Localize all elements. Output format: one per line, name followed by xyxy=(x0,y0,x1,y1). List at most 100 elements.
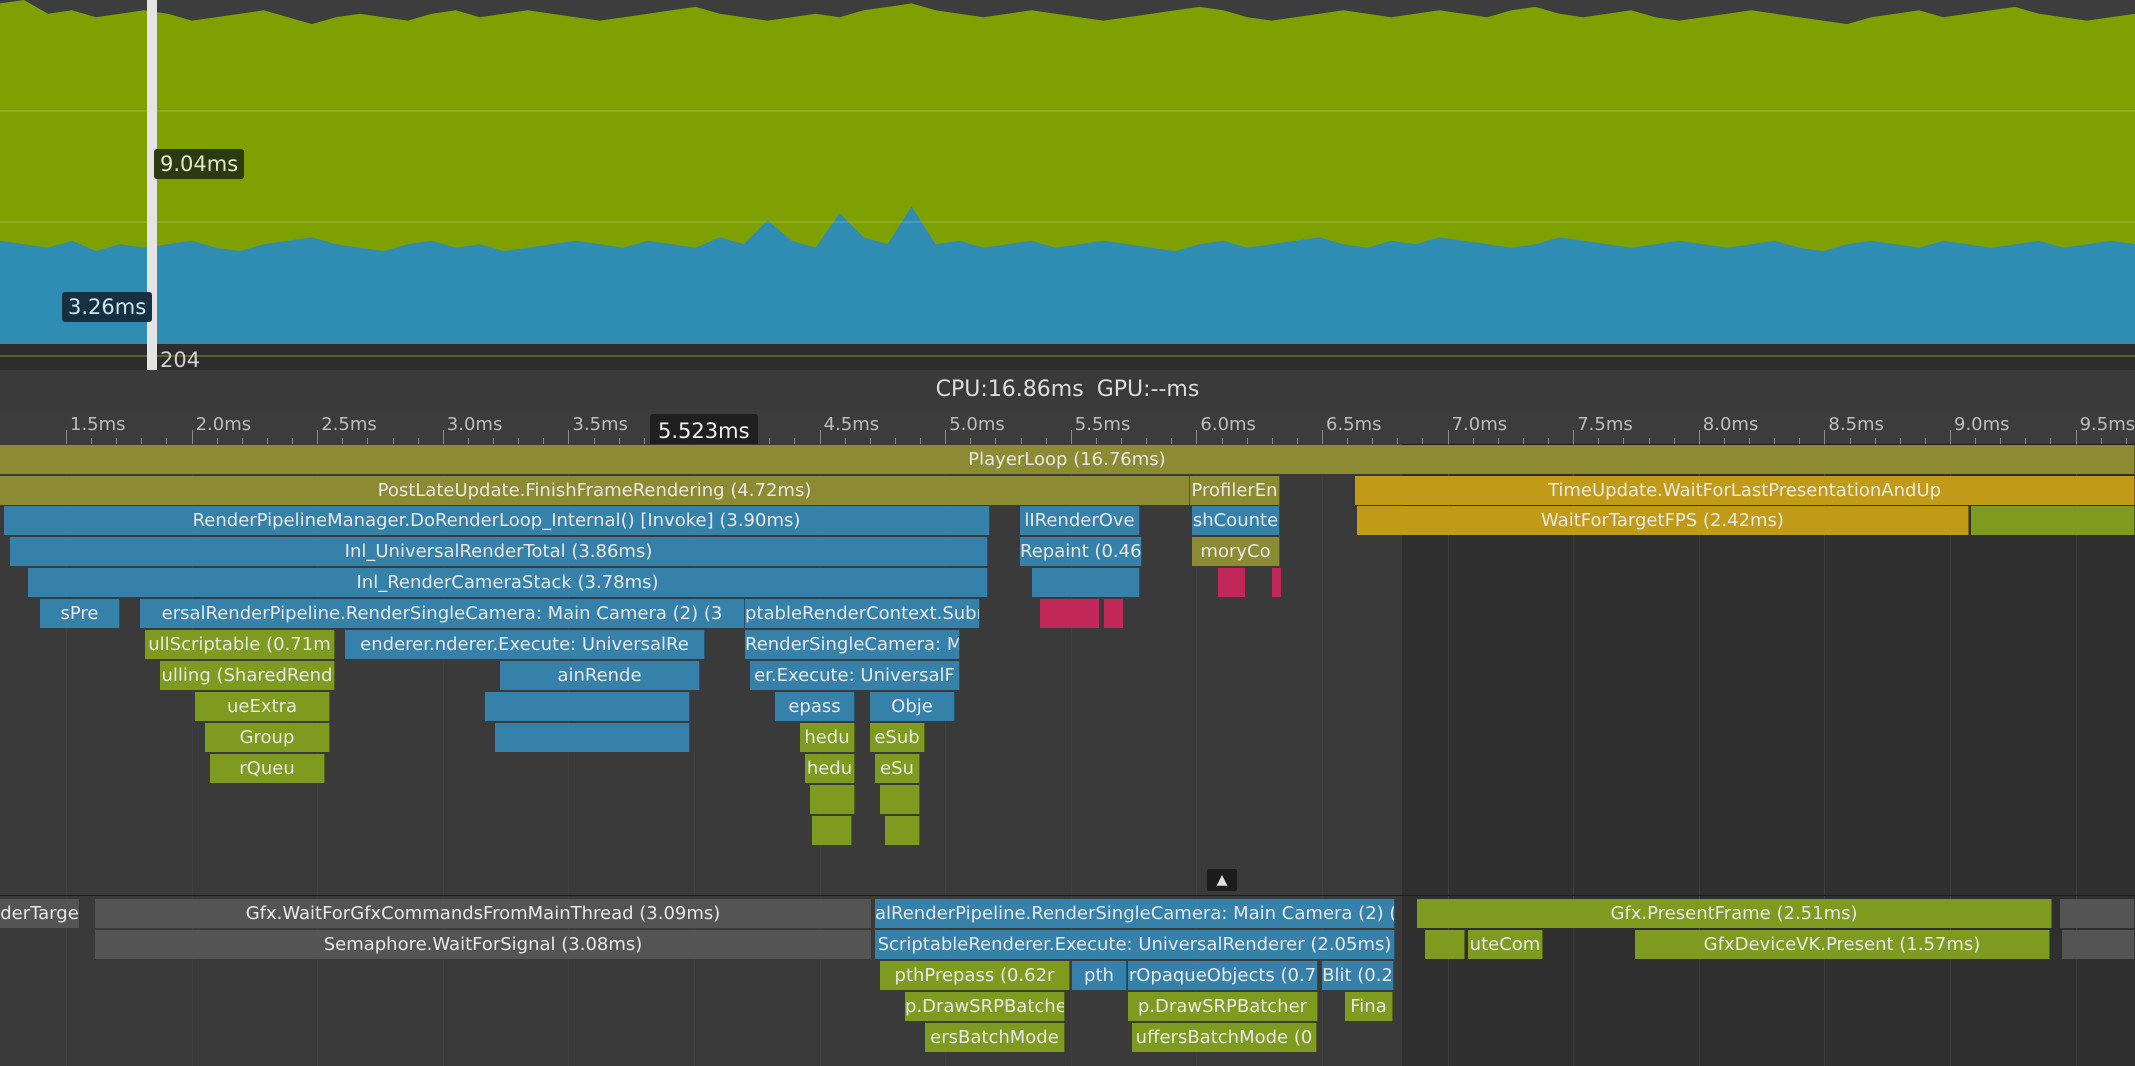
cpu-time-label: 3.26ms xyxy=(62,292,153,322)
bar-queue-extract[interactable]: ueExtra xyxy=(195,692,330,721)
time-ruler[interactable]: 1.5ms2.0ms2.5ms3.0ms3.5ms4.0ms4.5ms5.0ms… xyxy=(0,410,2135,445)
bar-opaque-objects[interactable]: rOpaqueObjects (0.7 xyxy=(1128,961,1318,990)
bar-present-frame[interactable]: Gfx.PresentFrame (2.51ms) xyxy=(1417,899,2052,928)
ruler-major-tick xyxy=(1196,430,1198,444)
bar-post-late-update[interactable]: PostLateUpdate.FinishFrameRendering (4.7… xyxy=(0,476,1190,505)
bar-gc-d[interactable] xyxy=(1104,599,1124,628)
bar-small-left[interactable]: sPre xyxy=(40,599,120,628)
bar-wait-tail[interactable] xyxy=(1971,506,2135,535)
ruler-tick-label: 9.0ms xyxy=(1954,414,2010,435)
bar-profiler-end[interactable]: ProfilerEn xyxy=(1190,476,1280,505)
ruler-major-tick xyxy=(1698,430,1700,444)
timeline-gridline xyxy=(2075,444,2077,1066)
ruler-tick-label: 6.5ms xyxy=(1326,414,1382,435)
bar-schedule-d[interactable]: eSu xyxy=(875,754,920,783)
bar-execute-com[interactable]: uteCom xyxy=(1468,930,1543,959)
ruler-major-tick xyxy=(1070,430,1072,444)
ruler-tick-label: 6.0ms xyxy=(1200,414,1256,435)
bar-draw-srp-batcher-b[interactable]: p.DrawSRPBatcher xyxy=(1128,992,1318,1021)
bar-rt-idle[interactable] xyxy=(2060,899,2135,928)
gpu-time-label: 9.04ms xyxy=(154,149,245,179)
ruler-tick-label: 3.5ms xyxy=(572,414,628,435)
bar-render-single-camera[interactable]: ersalRenderPipeline.RenderSingleCamera: … xyxy=(140,599,745,628)
bar-rt-render-single-camera[interactable]: alRenderPipeline.RenderSingleCamera: Mai… xyxy=(875,899,1395,928)
bar-renderer-execute[interactable]: enderer.nderer.Execute: UniversalRe xyxy=(345,630,705,659)
bar-deep-c[interactable] xyxy=(812,816,852,845)
bar-deep-d[interactable] xyxy=(885,816,920,845)
ruler-major-tick xyxy=(442,430,444,444)
timeline-gridline xyxy=(1698,444,1700,1066)
bar-main-render[interactable]: ainRende xyxy=(500,661,700,690)
bar-render-loop[interactable]: RenderPipelineManager.DoRenderLoop_Inter… xyxy=(4,506,990,535)
ruler-major-tick xyxy=(317,430,319,444)
cpu-gpu-summary: CPU:16.86ms GPU:--ms xyxy=(0,370,2135,410)
bar-depth[interactable]: pth xyxy=(1072,961,1127,990)
ruler-major-tick xyxy=(945,430,947,444)
bar-renderer-execute-b[interactable]: er.Execute: UniversalF xyxy=(750,661,960,690)
ruler-major-tick xyxy=(568,430,570,444)
ruler-major-tick xyxy=(66,430,67,444)
bar-memory-counters[interactable]: moryCo xyxy=(1192,537,1280,566)
time-marker[interactable]: 5.523ms xyxy=(650,414,758,446)
ruler-tick-label: 3.0ms xyxy=(446,414,503,435)
ruler-tick-label: 8.0ms xyxy=(1702,414,1759,435)
bar-depth-prepass[interactable]: pthPrepass (0.62r xyxy=(880,961,1070,990)
bar-schedule-b[interactable]: eSub xyxy=(870,723,925,752)
bar-semaphore[interactable]: Semaphore.WaitForSignal (3.08ms) xyxy=(95,930,872,959)
bar-buffers-batch-a[interactable]: ersBatchMode xyxy=(925,1023,1065,1052)
ruler-major-tick xyxy=(819,430,821,444)
bar-schedule-c[interactable]: hedu xyxy=(805,754,855,783)
bar-player-loop[interactable]: PlayerLoop (16.76ms) xyxy=(0,445,2135,474)
bar-buffers-batch-b[interactable]: uffersBatchMode (0 xyxy=(1132,1023,1317,1052)
bar-render-single-camera-b[interactable]: RenderSingleCamera: M xyxy=(745,630,960,659)
ruler-major-tick xyxy=(1447,430,1449,444)
bar-draw-srp-batcher-a[interactable]: p.DrawSRPBatche xyxy=(905,992,1065,1021)
bar-finish-counters[interactable]: shCounte xyxy=(1192,506,1280,535)
timeline-gridline xyxy=(1573,444,1575,1066)
bar-group[interactable]: Group xyxy=(205,723,330,752)
bar-render-camera-stack[interactable]: Inl_RenderCameraStack (3.78ms) xyxy=(28,568,988,597)
bar-blit[interactable]: Blit (0.2 xyxy=(1322,961,1394,990)
bar-gc-a[interactable] xyxy=(1218,568,1246,597)
ruler-tick-label: 5.5ms xyxy=(1074,414,1131,435)
bar-small-a[interactable] xyxy=(1032,568,1140,597)
bar-rt-renderer-execute[interactable]: ScriptableRenderer.Execute: UniversalRen… xyxy=(875,930,1395,959)
frame-time-graph xyxy=(0,0,2135,370)
bar-time-update[interactable]: TimeUpdate.WaitForLastPresentationAndUp xyxy=(1355,476,2135,505)
bar-gc-c[interactable] xyxy=(1040,599,1100,628)
bar-device-present[interactable]: GfxDeviceVK.Present (1.57ms) xyxy=(1635,930,2050,959)
ruler-tick-label: 8.5ms xyxy=(1828,414,1884,435)
ruler-tick-label: 4.5ms xyxy=(823,414,880,435)
cpu-total: CPU:16.86ms xyxy=(935,377,1084,402)
bar-rt-idle-b[interactable] xyxy=(2062,930,2135,959)
ruler-tick-label: 7.5ms xyxy=(1577,414,1633,435)
bar-render-blocks[interactable] xyxy=(485,692,690,721)
bar-wait-target[interactable]: derTarge xyxy=(0,899,80,928)
ruler-tick-label: 1.5ms xyxy=(70,414,126,435)
bar-deep-a[interactable] xyxy=(810,785,855,814)
bar-rt-small[interactable] xyxy=(1425,930,1465,959)
ruler-major-tick xyxy=(191,430,193,444)
ruler-major-tick xyxy=(2075,430,2077,444)
bar-render-queue[interactable]: rQueu xyxy=(210,754,325,783)
frame-chart[interactable]: 9.04ms 3.26ms 204 xyxy=(0,0,2135,372)
bar-culling[interactable]: ulling (SharedRend xyxy=(160,661,335,690)
bar-deep-b[interactable] xyxy=(880,785,920,814)
bar-repaint[interactable]: Repaint (0.46 xyxy=(1020,537,1142,566)
collapse-thread-button[interactable]: ▲ xyxy=(1207,869,1237,891)
ruler-major-tick xyxy=(1950,430,1951,444)
bar-objects[interactable]: Obje xyxy=(870,692,955,721)
bar-prepass[interactable]: epass xyxy=(775,692,855,721)
ruler-major-tick xyxy=(1322,430,1323,444)
bar-ui-render-overlay[interactable]: lIRenderOve xyxy=(1020,506,1140,535)
bar-schedule-a[interactable]: hedu xyxy=(800,723,855,752)
bar-urp-render-total[interactable]: Inl_UniversalRenderTotal (3.86ms) xyxy=(10,537,988,566)
bar-wait-gfx-commands[interactable]: Gfx.WaitForGfxCommandsFromMainThread (3.… xyxy=(95,899,872,928)
bar-render-blocks-b[interactable] xyxy=(495,723,690,752)
timeline-view[interactable]: PlayerLoop (16.76ms) PostLateUpdate.Fini… xyxy=(0,444,2135,1066)
bar-gc-b[interactable] xyxy=(1272,568,1282,597)
bar-cull-scriptable[interactable]: ullScriptable (0.71m xyxy=(145,630,335,659)
bar-context-submit[interactable]: ptableRenderContext.Submit ( xyxy=(745,599,980,628)
bar-wait-for-target-fps[interactable]: WaitForTargetFPS (2.42ms) xyxy=(1357,506,1969,535)
bar-final[interactable]: Fina xyxy=(1345,992,1393,1021)
